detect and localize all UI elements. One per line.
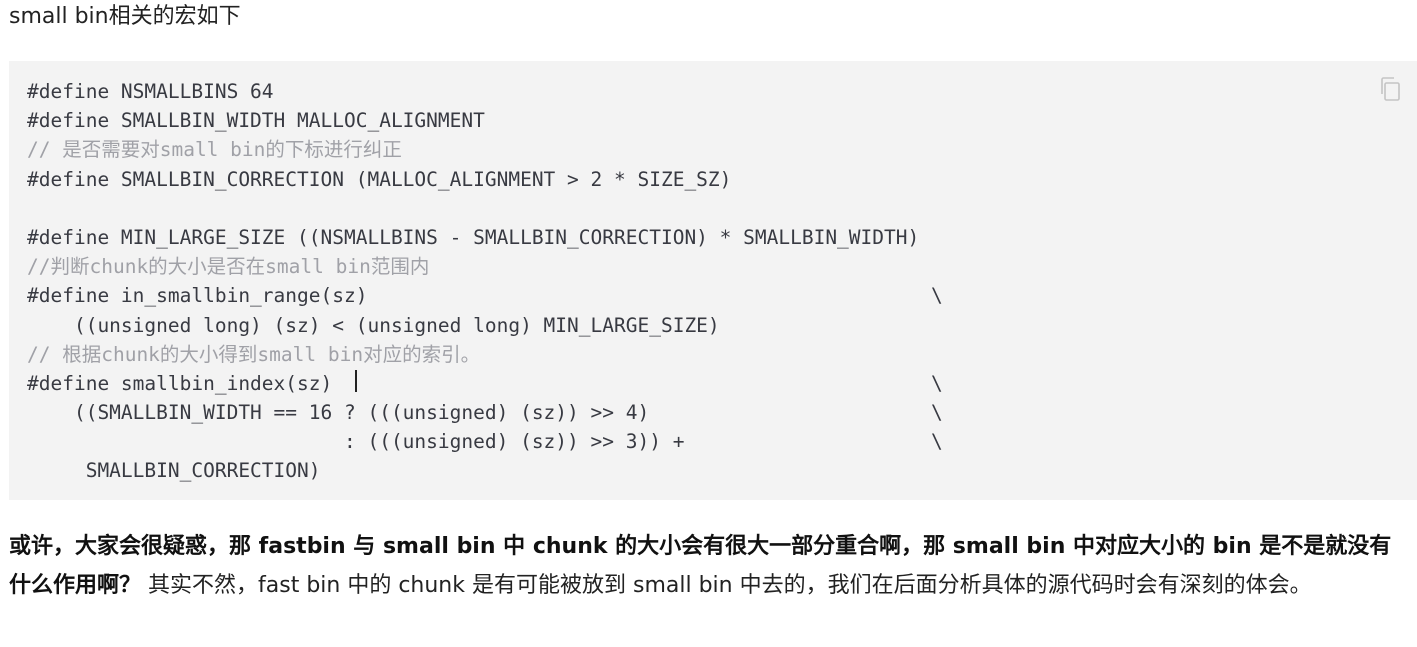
code-line: ((unsigned long) (sz) < (unsigned long) …	[27, 313, 720, 337]
code-line: #define SMALLBIN_WIDTH MALLOC_ALIGNMENT	[27, 109, 485, 133]
code-line: : (((unsigned) (sz)) >> 3)) + \	[27, 430, 943, 454]
code-comment-line: //判断chunk的大小是否在small bin范围内	[27, 255, 430, 279]
code-line: #define smallbin_index(sz) \	[27, 371, 943, 395]
code-lines: #define NSMALLBINS 64 #define SMALLBIN_WI…	[27, 77, 943, 486]
copy-button[interactable]	[1377, 75, 1403, 103]
code-line: #define NSMALLBINS 64	[27, 80, 274, 103]
code-line: #define SMALLBIN_CORRECTION (MALLOC_ALIG…	[27, 167, 732, 191]
paragraph-answer: 其实不然，fast bin 中的 chunk 是有可能被放到 small bin…	[141, 573, 1312, 598]
code-block[interactable]: #define NSMALLBINS 64 #define SMALLBIN_WI…	[9, 61, 1417, 500]
intro-text: small bin相关的宏如下	[9, 4, 241, 29]
explanation-paragraph: 或许，大家会很疑惑，那 fastbin 与 small bin 中 chunk …	[9, 527, 1413, 605]
code-line: SMALLBIN_CORRECTION)	[27, 459, 321, 483]
copy-icon	[1381, 77, 1400, 101]
code-comment-line: // 是否需要对small bin的下标进行纠正	[27, 138, 402, 162]
code-line: #define MIN_LARGE_SIZE ((NSMALLBINS - SM…	[27, 225, 920, 249]
code-line: ((SMALLBIN_WIDTH == 16 ? (((unsigned) (s…	[27, 401, 943, 425]
text-caret	[355, 370, 357, 392]
code-line: #define in_smallbin_range(sz) \	[27, 284, 943, 308]
code-comment-line: // 根据chunk的大小得到small bin对应的索引。	[27, 342, 481, 366]
